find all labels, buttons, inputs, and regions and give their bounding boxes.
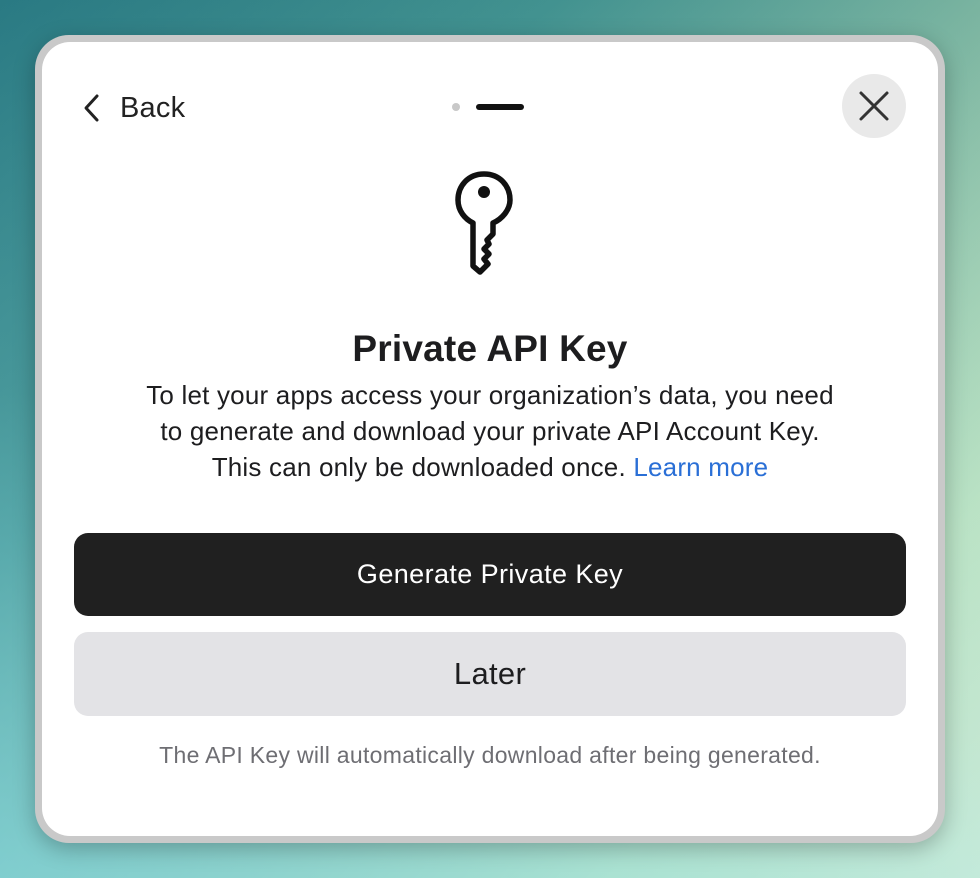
generate-private-key-button[interactable]: Generate Private Key — [74, 533, 906, 616]
description-line-3: This can only be downloaded once. — [211, 452, 626, 482]
dialog-frame: Back Private API Key To let your apps ac… — [35, 35, 945, 843]
learn-more-link[interactable]: Learn more — [633, 452, 768, 482]
step-dot-inactive — [452, 103, 460, 111]
description-line-2: to generate and download your private AP… — [160, 416, 820, 446]
dialog-description: To let your apps access your organizatio… — [102, 377, 878, 485]
close-button[interactable] — [842, 74, 906, 138]
chevron-left-icon — [82, 93, 102, 123]
close-icon — [859, 91, 889, 121]
later-button[interactable]: Later — [74, 632, 906, 716]
description-line-1: To let your apps access your organizatio… — [146, 380, 834, 410]
back-button[interactable]: Back — [82, 90, 185, 126]
key-icon — [455, 171, 513, 275]
step-dot-active — [476, 104, 524, 110]
download-footnote: The API Key will automatically download … — [159, 742, 821, 768]
dialog-title: Private API Key — [352, 328, 628, 369]
step-indicator — [452, 102, 524, 112]
private-api-key-dialog: Back Private API Key To let your apps ac… — [42, 42, 938, 836]
back-label: Back — [120, 91, 186, 124]
